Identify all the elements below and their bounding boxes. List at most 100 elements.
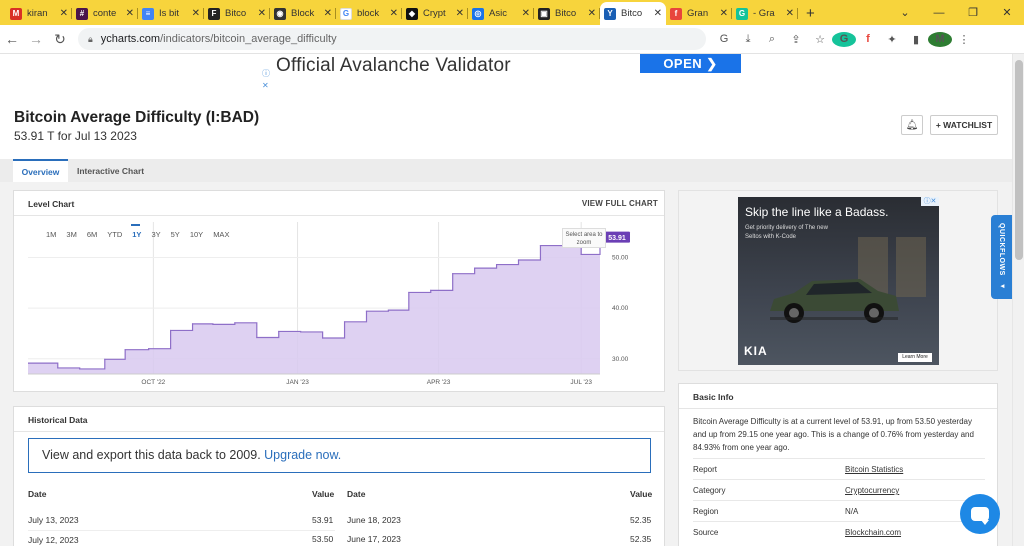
forward-icon[interactable]: → [24, 31, 48, 47]
browser-tab[interactable]: Y Bitco ✕ [600, 2, 666, 25]
restore-button[interactable]: ❐ [956, 6, 990, 19]
y-tick-label: 30.00 [612, 356, 629, 363]
tab-title: - Gra [753, 8, 775, 19]
info-row-category: Category Cryptocurrency [693, 479, 985, 500]
browser-tab[interactable]: G - Gra ✕ [732, 2, 798, 25]
level-chart-panel: Level Chart VIEW FULL CHART OCT '22 JAN '… [13, 190, 665, 392]
zoom-icon[interactable]: ⌕ [760, 33, 784, 46]
google-icon: G [340, 7, 352, 20]
back-icon[interactable]: ← [0, 31, 24, 47]
x-tick-label: JAN '23 [286, 379, 309, 386]
range-option-5y[interactable]: 5Y [171, 230, 180, 239]
upgrade-link[interactable]: Upgrade now. [264, 448, 341, 462]
series-area [28, 237, 600, 374]
upgrade-banner: View and export this data back to 2009. … [28, 438, 651, 473]
info-row-region: Region N/A [693, 500, 985, 521]
browser-tab[interactable]: ◆ Crypt ✕ [402, 2, 468, 25]
tab-interactive-chart[interactable]: Interactive Chart [67, 159, 154, 182]
new-tab-button[interactable]: + [806, 2, 815, 25]
extensions-puzzle-icon[interactable]: ✦ [880, 33, 904, 46]
slack-icon: # [76, 7, 88, 20]
close-tab-icon[interactable]: ✕ [126, 8, 134, 19]
source-link[interactable]: Blockchain.com [845, 528, 901, 537]
tab-overview[interactable]: Overview [13, 159, 68, 182]
range-option-ytd[interactable]: YTD [107, 230, 122, 239]
side-panel-icon[interactable]: ▮ [904, 33, 928, 46]
profile-avatar[interactable]: M [928, 31, 952, 47]
close-tab-icon[interactable]: ✕ [522, 8, 530, 19]
tab-title: conte [93, 8, 117, 19]
kia-ad[interactable]: Skip the line like a Badass. Get priorit… [738, 197, 939, 365]
info-key: Category [693, 486, 726, 495]
ycharts-icon: Y [604, 7, 616, 20]
browser-tab[interactable]: ≡ Is bit ✕ [138, 2, 204, 25]
minimize-button[interactable]: — [922, 7, 956, 19]
share-icon[interactable]: ⇪ [784, 33, 808, 46]
address-bar[interactable]: 🔒︎ ycharts.com/indicators/bitcoin_averag… [78, 28, 706, 50]
report-link[interactable]: Bitcoin Statistics [845, 465, 903, 474]
x-tick-label: OCT '22 [141, 379, 165, 386]
range-option-1m[interactable]: 1M [46, 230, 56, 239]
data-point [365, 310, 368, 312]
category-link[interactable]: Cryptocurrency [845, 486, 899, 495]
tab-search-icon[interactable]: ⌄ [888, 6, 922, 19]
close-tab-icon[interactable]: ✕ [60, 8, 68, 19]
data-point [148, 348, 150, 350]
range-option-max[interactable]: MAX [213, 230, 229, 239]
browser-tab[interactable]: Gblock ✕ [336, 2, 402, 25]
install-icon[interactable]: ⤓ [736, 33, 760, 46]
grammarly-extension-icon[interactable]: G [832, 31, 856, 47]
difficulty-chart[interactable]: OCT '22 JAN '23 APR '23 JUL '23 50.00 40.00 30… [27, 222, 640, 392]
browser-tab[interactable]: F Bitco ✕ [204, 2, 270, 25]
col-header-value: Value [312, 489, 335, 499]
kia-learn-more-button[interactable]: Learn More [898, 353, 932, 362]
range-selector: 1M 3M 6M YTD 1Y 3Y 5Y 10Y MAX [46, 224, 239, 239]
ad-choices-icon[interactable]: ⓘ✕ [921, 197, 939, 206]
alert-bell-button[interactable]: 🔔︎ [901, 115, 923, 135]
browser-tab[interactable]: f Gran ✕ [666, 2, 732, 25]
reload-icon[interactable]: ↻ [48, 31, 72, 48]
historical-data-panel: Historical Data View and export this dat… [13, 406, 665, 546]
close-tab-icon[interactable]: ✕ [456, 8, 464, 19]
range-option-3y[interactable]: 3Y [151, 230, 160, 239]
range-option-6m[interactable]: 6M [87, 230, 97, 239]
f-icon: F [208, 7, 220, 20]
chat-button[interactable] [960, 494, 1000, 534]
browser-tab[interactable]: Mkiran ✕ [6, 2, 72, 25]
close-tab-icon[interactable]: ✕ [786, 8, 794, 19]
google-lens-icon[interactable]: G [712, 33, 736, 45]
scrollbar-thumb[interactable] [1015, 60, 1023, 260]
table-cell-date: July 12, 2023 [28, 530, 335, 545]
range-option-3m[interactable]: 3M [66, 230, 76, 239]
browser-tab[interactable]: ▣ Bitco ✕ [534, 2, 600, 25]
ad-open-button[interactable]: OPEN ❯ [640, 54, 741, 73]
right-ad-container: Skip the line like a Badass. Get priorit… [678, 190, 998, 371]
historical-title: Historical Data [28, 415, 88, 425]
ad-choices-icon[interactable]: ⓘ✕ [262, 68, 270, 92]
close-tab-icon[interactable]: ✕ [588, 8, 596, 19]
close-tab-icon[interactable]: ✕ [654, 8, 662, 19]
range-option-1y[interactable]: 1Y [131, 224, 141, 239]
caret-left-icon: ◂ [998, 282, 1006, 291]
bitcoin-icon: ▣ [538, 7, 550, 20]
top-ad-banner[interactable]: ⓘ ✕ Official Avalanche Validator OPEN ❯ [0, 54, 1012, 97]
browser-tab[interactable]: ◉ Block ✕ [270, 2, 336, 25]
close-tab-icon[interactable]: ✕ [720, 8, 728, 19]
range-option-10y[interactable]: 10Y [190, 230, 203, 239]
page-scrollbar[interactable] [1012, 54, 1024, 546]
browser-tab[interactable]: ◎ Asic ✕ [468, 2, 534, 25]
close-tab-icon[interactable]: ✕ [324, 8, 332, 19]
close-window-button[interactable]: ✕ [990, 6, 1024, 19]
quickflows-tab[interactable]: QUICKFLOWS ◂ [991, 215, 1012, 299]
table-cell-date: June 17, 2023 [347, 534, 401, 544]
close-tab-icon[interactable]: ✕ [192, 8, 200, 19]
bookmark-star-icon[interactable]: ☆ [808, 33, 832, 46]
chart-area[interactable]: OCT '22 JAN '23 APR '23 JUL '23 50.00 40.00 30… [27, 222, 640, 392]
browser-menu-icon[interactable]: ⋮ [952, 33, 976, 46]
watchlist-button[interactable]: + WATCHLIST [930, 115, 998, 135]
close-tab-icon[interactable]: ✕ [390, 8, 398, 19]
close-tab-icon[interactable]: ✕ [258, 8, 266, 19]
grammarly-f-extension-icon[interactable]: f [856, 33, 880, 45]
view-full-chart-link[interactable]: VIEW FULL CHART [582, 199, 658, 208]
browser-tab[interactable]: # conte ✕ [72, 2, 138, 25]
